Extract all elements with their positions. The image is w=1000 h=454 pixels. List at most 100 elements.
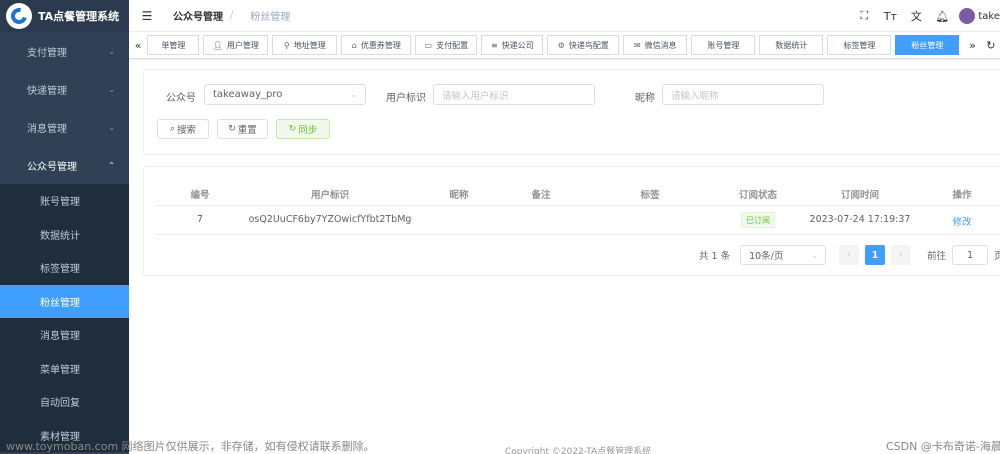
copyright: Copyright ©2022-TA点餐管理系统 — [505, 447, 652, 454]
chevron-up-icon: ⌃ — [108, 160, 115, 170]
sidebar-item-label: 公众号管理 — [27, 161, 77, 173]
scroll-right-icon[interactable]: » — [963, 39, 981, 52]
table-header: 标签 — [640, 190, 660, 201]
watermark-right: CSDN @卡布奇诺-海晨 — [886, 440, 1000, 453]
bell-icon[interactable]: 🔔︎ — [929, 10, 955, 23]
logo-icon — [6, 3, 32, 29]
avatar[interactable] — [959, 8, 976, 24]
tag-item[interactable]: ▭ 支付配置 — [415, 35, 478, 55]
cell-id: 7 — [196, 214, 204, 225]
account-select[interactable]: takeaway_pro ⌄ — [204, 84, 366, 105]
pagination: 共 1 条 10条/页 ⌄ ‹ 1 › 前往 1 页 — [699, 245, 1000, 265]
translate-icon[interactable]: 文 — [903, 8, 929, 24]
refresh-icon[interactable]: ↻ — [982, 39, 1000, 52]
breadcrumb-item[interactable]: 公众号管理 — [173, 8, 223, 23]
logo[interactable]: TA点餐管理系统 — [0, 0, 129, 32]
sidebar-item-mp[interactable]: 公众号管理 ⌃ — [0, 146, 129, 184]
tag-item[interactable]: ⌂ 优惠券管理 — [341, 35, 412, 55]
nickname-label: 昵称 — [635, 93, 655, 104]
next-page-button[interactable]: › — [891, 245, 912, 265]
refresh-icon: ↻ — [228, 124, 236, 134]
user-icon: 👤︎ — [212, 40, 223, 50]
sidebar-item-label: 快递管理 — [27, 85, 67, 97]
watermark-left: www.toymoban.com 网络图片仅供展示，非存储，如有侵权请联系删除。 — [6, 440, 375, 453]
search-button[interactable]: ⌕ 搜索 — [157, 119, 209, 139]
page-number-button[interactable]: 1 — [865, 245, 886, 265]
chevron-down-icon: ⌄ — [350, 90, 357, 99]
prev-page-button[interactable]: ‹ — [839, 245, 860, 265]
reset-button[interactable]: ↻ 重置 — [217, 119, 268, 139]
breadcrumb-current: 粉丝管理 — [250, 12, 291, 23]
refresh-icon: ↻ — [288, 124, 297, 134]
chevron-down-icon: ⌄ — [108, 84, 115, 94]
tag-item[interactable]: 账号管理 — [691, 35, 756, 55]
gear-icon: ⚙ — [557, 40, 565, 50]
table-header: 订阅时间 — [840, 190, 880, 201]
user-name[interactable]: take — [978, 11, 1000, 22]
sidebar-item-payment[interactable]: 支付管理 ⌄ — [0, 32, 129, 70]
sidebar-subitem-messages[interactable]: 消息管理 — [0, 318, 129, 352]
edit-link[interactable]: 修改 — [952, 214, 971, 228]
search-form: 公众号 takeaway_pro ⌄ 用户标识 请输入用户标识 昵称 请输入昵称… — [143, 69, 1000, 155]
tag-item[interactable]: 👤︎ 用户管理 — [203, 35, 269, 55]
breadcrumb: 公众号管理 / 粉丝管理 — [173, 8, 290, 23]
message-icon: ✉ — [633, 40, 641, 50]
tag-item[interactable]: ⚲ 地址管理 — [272, 35, 338, 55]
sidebar-subitem-menu[interactable]: 菜单管理 — [0, 352, 129, 386]
page-size-select[interactable]: 10条/页 ⌄ — [740, 245, 827, 265]
cell-openid: osQ2UuCF6by7YZOwicfYfbt2TbMg — [248, 214, 412, 225]
table-header: 订阅状态 — [738, 190, 778, 201]
page-suffix: 页 — [994, 251, 1000, 262]
sidebar-subitem-account[interactable]: 账号管理 — [0, 184, 129, 218]
tag-item[interactable]: ≡ 快递公司 — [481, 35, 544, 55]
search-icon: ⌕ — [169, 124, 176, 134]
scroll-left-icon[interactable]: « — [129, 39, 147, 52]
sync-button[interactable]: ↻ 同步 — [276, 119, 330, 139]
chevron-down-icon: ⌄ — [108, 122, 115, 132]
tag-item-active[interactable]: 粉丝管理 — [895, 35, 960, 55]
main-content: 公众号 takeaway_pro ⌄ 用户标识 请输入用户标识 昵称 请输入昵称… — [129, 60, 1000, 454]
fans-table: 编号 用户标识 昵称 备注 标签 订阅状态 订阅时间 操作 7 osQ2UuCF… — [143, 166, 1000, 276]
sidebar-item-express[interactable]: 快递管理 ⌄ — [0, 70, 129, 108]
cell-time: 2023-07-24 17:19:37 — [809, 214, 911, 225]
openid-label: 用户标识 — [386, 93, 426, 104]
tag-item[interactable]: ✉ 微信消息 — [623, 35, 688, 55]
table-header: 编号 — [190, 190, 210, 201]
tag-item[interactable]: 标签管理 — [827, 35, 892, 55]
tag-item[interactable]: ⚙ 快递鸟配置 — [547, 35, 620, 55]
coupon-icon: ⌂ — [351, 40, 357, 50]
card-icon: ▭ — [424, 40, 433, 50]
nickname-input[interactable]: 请输入昵称 — [662, 84, 824, 105]
sidebar: TA点餐管理系统 支付管理 ⌄ 快递管理 ⌄ 消息管理 ⌄ 公众号管理 ⌃ 账号… — [0, 0, 129, 454]
account-label: 公众号 — [166, 93, 196, 104]
tag-item[interactable]: 数据统计 — [759, 35, 824, 55]
pagination-total: 共 1 条 — [699, 251, 731, 262]
sidebar-item-message[interactable]: 消息管理 ⌄ — [0, 108, 129, 146]
breadcrumb-separator: / — [230, 10, 234, 21]
chevron-down-icon: ⌄ — [811, 250, 819, 260]
openid-input[interactable]: 请输入用户标识 — [433, 84, 595, 105]
sidebar-item-label: 支付管理 — [27, 47, 67, 59]
divider — [156, 234, 1000, 235]
sidebar-subitem-tags[interactable]: 标签管理 — [0, 251, 129, 285]
navbar: ☰ 公众号管理 / 粉丝管理 ⛶ Tт 文 🔔︎ take — [129, 0, 1000, 32]
location-icon: ⚲ — [283, 40, 290, 50]
fullscreen-icon[interactable]: ⛶ — [851, 9, 877, 23]
goto-page-input[interactable]: 1 — [952, 245, 989, 265]
hamburger-icon[interactable]: ☰ — [133, 9, 161, 23]
sidebar-subitem-statistics[interactable]: 数据统计 — [0, 218, 129, 252]
divider — [156, 205, 1000, 206]
sidebar-item-label: 消息管理 — [27, 123, 67, 135]
font-size-icon[interactable]: Tт — [877, 10, 903, 23]
table-header: 昵称 — [449, 190, 469, 201]
tag-item[interactable]: 单管理 — [147, 35, 200, 55]
status-badge: 已订阅 — [741, 212, 775, 228]
app-title: TA点餐管理系统 — [38, 10, 120, 23]
chevron-down-icon: ⌄ — [108, 46, 115, 56]
sidebar-subitem-autoreply[interactable]: 自动回复 — [0, 385, 129, 419]
sidebar-subitem-fans[interactable]: 粉丝管理 — [0, 284, 129, 318]
goto-label: 前往 — [927, 251, 947, 262]
table-header: 备注 — [531, 190, 551, 201]
table-header: 用户标识 — [310, 190, 350, 201]
tags-view: « 单管理 👤︎ 用户管理 ⚲ 地址管理 ⌂ 优惠券管理 ▭ 支付配置 ≡ 快递公司 ⚙ 快… — [129, 32, 1000, 59]
